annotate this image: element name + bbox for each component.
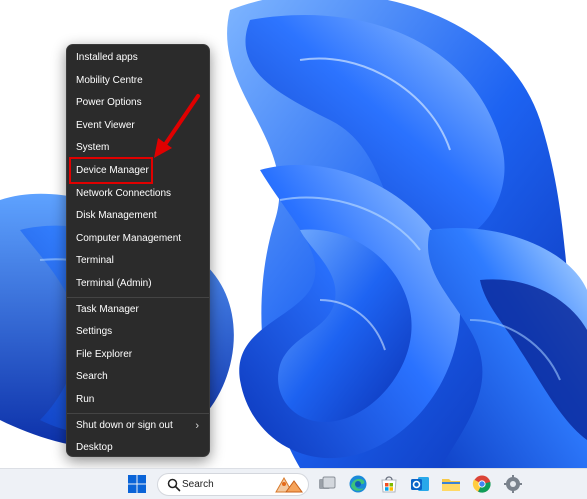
menu-item-terminal[interactable]: Terminal [67,250,209,273]
outlook-icon[interactable] [410,474,430,494]
menu-item-network-connections[interactable]: Network Connections [67,183,209,206]
chrome-icon[interactable] [472,474,492,494]
windows-start-icon[interactable] [127,474,147,494]
highlight-box [69,157,153,184]
menu-item-mobility-centre[interactable]: Mobility Centre [67,70,209,93]
task-view-icon[interactable] [317,474,337,494]
desktop[interactable]: Installed apps Mobility Centre Power Opt… [0,0,587,468]
edge-icon[interactable] [348,474,368,494]
taskbar-search-box[interactable]: Search [157,473,309,496]
microsoft-store-icon[interactable] [379,474,399,494]
menu-item-label: Shut down or sign out [76,419,173,431]
menu-item-search[interactable]: Search [67,366,209,389]
menu-item-shut-down-or-sign-out[interactable]: Shut down or sign out › [67,415,209,438]
chevron-right-icon: › [195,419,199,432]
menu-item-run[interactable]: Run [67,389,209,412]
taskbar: Search [0,468,587,499]
search-label: Search [182,479,214,490]
menu-item-file-explorer[interactable]: File Explorer [67,344,209,367]
settings-icon[interactable] [503,474,523,494]
search-highlight-icon [275,476,303,493]
search-icon [167,478,181,492]
file-explorer-icon[interactable] [441,474,461,494]
menu-item-installed-apps[interactable]: Installed apps [67,47,209,70]
menu-item-terminal-admin[interactable]: Terminal (Admin) [67,273,209,296]
menu-item-computer-management[interactable]: Computer Management [67,228,209,251]
menu-separator [67,412,209,414]
red-arrow-annotation [154,94,200,158]
menu-item-desktop[interactable]: Desktop [67,437,209,460]
menu-item-settings[interactable]: Settings [67,321,209,344]
menu-item-disk-management[interactable]: Disk Management [67,205,209,228]
menu-item-task-manager[interactable]: Task Manager [67,299,209,322]
menu-separator [67,296,209,298]
